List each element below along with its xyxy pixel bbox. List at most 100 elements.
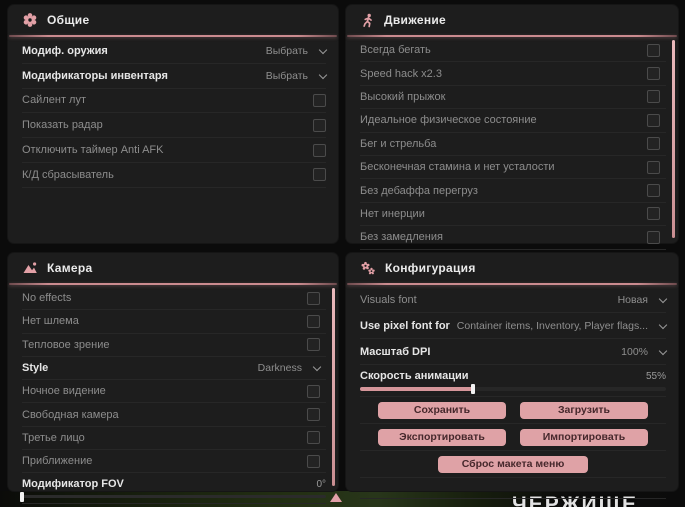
visuals-font-dropdown[interactable]: Новая bbox=[617, 293, 668, 306]
row-label: Бесконечная стамина и нет усталости bbox=[360, 161, 555, 174]
pixel-font-dropdown[interactable]: Container items, Inventory, Player flags… bbox=[456, 319, 668, 332]
menu-row-no-inertia: Нет инерции bbox=[360, 203, 666, 227]
row-label: Идеальное физическое состояние bbox=[360, 114, 537, 127]
menu-row-silent-loot: Сайлент лут bbox=[22, 89, 326, 114]
menu-row-no-slowdown: Без замедления bbox=[360, 226, 666, 250]
panel-movement-header: Движение bbox=[346, 5, 678, 35]
dropdown-value: 100% bbox=[621, 345, 648, 358]
row-label: Бег и стрельба bbox=[360, 137, 437, 150]
panel-title: Камера bbox=[47, 261, 93, 275]
panel-movement: Движение Всегда бегать Speed hack x2.3 В… bbox=[346, 5, 678, 250]
dropdown-value: Darkness bbox=[257, 362, 302, 375]
menu-row-no-effects: No effects bbox=[22, 287, 326, 311]
row-label: Скорость анимации bbox=[360, 370, 469, 382]
chevron-down-icon bbox=[658, 346, 668, 355]
panel-camera-header: Камера bbox=[8, 253, 338, 283]
gears-icon bbox=[360, 260, 376, 276]
panel-camera: Камера No effects Нет шлема Тепловое зре… bbox=[8, 253, 338, 505]
zoom-checkbox[interactable] bbox=[307, 454, 320, 468]
menu-row-thermal-vision: Тепловое зрение bbox=[22, 334, 326, 357]
menu-row-night-vision: Ночное видение bbox=[22, 380, 326, 404]
always-run-checkbox[interactable] bbox=[647, 43, 660, 57]
night-vision-checkbox[interactable] bbox=[307, 384, 320, 398]
chevron-down-icon bbox=[658, 320, 668, 329]
slider-handle[interactable] bbox=[20, 491, 24, 502]
chevron-down-icon bbox=[658, 294, 668, 303]
row-label: Без замедления bbox=[360, 231, 443, 244]
menu-row-infinite-stamina: Бесконечная стамина и нет усталости bbox=[360, 156, 666, 180]
slider-handle[interactable] bbox=[471, 384, 476, 394]
no-effects-checkbox[interactable] bbox=[307, 291, 320, 305]
fov-slider[interactable] bbox=[20, 491, 326, 502]
row-label: Приближение bbox=[22, 455, 93, 468]
row-label: Нет инерции bbox=[360, 207, 425, 220]
row-label: Высокий прыжок bbox=[360, 90, 446, 103]
style-dropdown[interactable]: Darkness bbox=[257, 362, 322, 375]
dropdown-value: Новая bbox=[617, 293, 648, 306]
anti-afk-checkbox[interactable] bbox=[313, 143, 326, 157]
row-label: Масштаб DPI bbox=[360, 345, 431, 358]
load-button[interactable]: Загрузить bbox=[520, 401, 648, 419]
dpi-scale-dropdown[interactable]: 100% bbox=[621, 345, 668, 358]
perfect-condition-checkbox[interactable] bbox=[647, 113, 660, 127]
weapon-mod-dropdown[interactable]: Выбрать bbox=[266, 45, 328, 57]
free-camera-checkbox[interactable] bbox=[307, 408, 320, 422]
menu-row-zoom: Приближение bbox=[22, 450, 326, 474]
inventory-mods-dropdown[interactable]: Выбрать bbox=[266, 70, 328, 82]
row-label: Speed hack x2.3 bbox=[360, 67, 442, 80]
cooldown-reset-checkbox[interactable] bbox=[313, 168, 326, 182]
row-label: Use pixel font for bbox=[360, 319, 450, 332]
menu-row-free-camera: Свободная камера bbox=[22, 403, 326, 427]
no-helmet-checkbox[interactable] bbox=[307, 314, 320, 328]
row-label: Свободная камера bbox=[22, 408, 119, 421]
silent-loot-checkbox[interactable] bbox=[313, 93, 326, 107]
show-radar-checkbox[interactable] bbox=[313, 118, 326, 132]
button-row-save-load: Сохранить Загрузить bbox=[360, 397, 666, 424]
reset-menu-layout-button[interactable]: Сброс макета меню bbox=[438, 455, 588, 473]
menu-row-weapon-mod: Модиф. оружия Выбрать bbox=[22, 39, 328, 64]
menu-row-anti-afk: Отключить таймер Anti AFK bbox=[22, 138, 326, 163]
dropdown-value: Container items, Inventory, Player flags… bbox=[456, 319, 648, 332]
row-label: Сайлент лут bbox=[22, 94, 86, 107]
menu-row-pixel-font: Use pixel font for Container items, Inve… bbox=[360, 313, 668, 339]
row-label: Всегда бегать bbox=[360, 44, 431, 57]
row-label: Без дебаффа перегруз bbox=[360, 184, 478, 197]
image-mountain-icon bbox=[22, 260, 38, 276]
button-row-reset: Сброс макета меню bbox=[360, 451, 666, 478]
export-button[interactable]: Экспортировать bbox=[378, 428, 506, 446]
menu-row-show-radar: Показать радар bbox=[22, 113, 326, 139]
menu-row-no-overload-debuff: Без дебаффа перегруз bbox=[360, 179, 666, 203]
no-inertia-checkbox[interactable] bbox=[647, 207, 660, 221]
infinite-stamina-checkbox[interactable] bbox=[647, 160, 660, 174]
third-person-checkbox[interactable] bbox=[307, 431, 320, 445]
running-man-icon bbox=[360, 13, 375, 28]
flower-gear-icon bbox=[22, 12, 38, 28]
row-label: Отключить таймер Anti AFK bbox=[22, 144, 164, 157]
high-jump-checkbox[interactable] bbox=[647, 90, 660, 104]
cheat-menu-screen: ЧЕРЖИЩЕ Общие Модиф. оружия Выбрать Моди… bbox=[0, 0, 685, 507]
thermal-vision-checkbox[interactable] bbox=[307, 338, 320, 352]
row-label: Модиф. оружия bbox=[22, 44, 108, 57]
animation-speed-slider[interactable] bbox=[360, 384, 666, 394]
row-label: Тепловое зрение bbox=[22, 338, 110, 351]
menu-row-perfect-condition: Идеальное физическое состояние bbox=[360, 109, 666, 133]
fov-value: 0° bbox=[316, 478, 326, 490]
row-label: Visuals font bbox=[360, 293, 417, 306]
fov-modifier-row: Модификатор FOV 0° bbox=[20, 473, 326, 505]
no-overload-debuff-checkbox[interactable] bbox=[647, 184, 660, 198]
chevron-down-icon bbox=[312, 362, 322, 372]
slider-fill bbox=[360, 384, 476, 394]
camera-scrollbar[interactable] bbox=[332, 288, 335, 486]
speed-hack-checkbox[interactable] bbox=[647, 67, 660, 81]
row-label: Нет шлема bbox=[22, 315, 79, 328]
run-and-shoot-checkbox[interactable] bbox=[647, 137, 660, 151]
animation-speed-value: 55% bbox=[645, 370, 666, 382]
movement-scrollbar[interactable] bbox=[672, 40, 675, 238]
menu-row-always-run: Всегда бегать bbox=[360, 39, 666, 63]
menu-row-no-helmet: Нет шлема bbox=[22, 310, 326, 334]
save-button[interactable]: Сохранить bbox=[378, 401, 506, 419]
no-slowdown-checkbox[interactable] bbox=[647, 230, 660, 244]
panel-general-header: Общие bbox=[8, 5, 338, 35]
import-button[interactable]: Импортировать bbox=[520, 428, 648, 446]
menu-row-dpi-scale: Масштаб DPI 100% bbox=[360, 339, 668, 365]
